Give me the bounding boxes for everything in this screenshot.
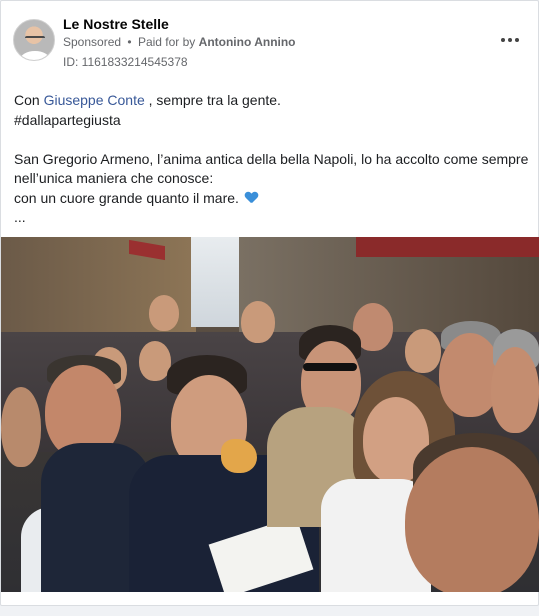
message-line-1: Con Giuseppe Conte , sempre tra la gente… bbox=[14, 91, 526, 111]
photo-street-sky bbox=[191, 237, 239, 327]
more-horizontal-icon bbox=[508, 38, 512, 42]
mention-link[interactable]: Giuseppe Conte bbox=[44, 92, 145, 108]
post-header: Le Nostre Stelle Sponsored • Paid for by… bbox=[13, 13, 526, 69]
ad-id: ID: 1161833214545378 bbox=[63, 55, 188, 69]
avatar-glasses bbox=[25, 36, 45, 40]
more-horizontal-icon bbox=[515, 38, 519, 42]
separator-dot: • bbox=[127, 35, 132, 49]
page-name-link[interactable]: Le Nostre Stelle bbox=[63, 16, 169, 32]
photo-person bbox=[1, 387, 41, 467]
more-options-button[interactable] bbox=[496, 29, 524, 51]
message-line-4: nell’unica maniera che conosce: bbox=[14, 170, 214, 186]
photo-person bbox=[405, 329, 441, 373]
photo-person bbox=[405, 447, 539, 592]
message-text: con un cuore grande quanto il mare. bbox=[14, 189, 239, 206]
avatar-shirt bbox=[20, 51, 50, 60]
message-text: Con bbox=[14, 92, 40, 108]
message-line-3: San Gregorio Armeno, l’anima antica dell… bbox=[14, 150, 529, 167]
blue-heart-icon bbox=[245, 192, 258, 204]
see-more-ellipsis[interactable]: ... bbox=[14, 208, 526, 228]
advertiser-name: Antonino Annino bbox=[198, 35, 296, 49]
hashtag: #dallapartegiusta bbox=[14, 111, 121, 128]
post-photo[interactable] bbox=[1, 237, 539, 592]
photo-awning bbox=[356, 237, 539, 257]
ad-post-card: Le Nostre Stelle Sponsored • Paid for by… bbox=[0, 0, 539, 606]
photo-person bbox=[491, 347, 539, 433]
more-horizontal-icon bbox=[501, 38, 505, 42]
post-message: Con Giuseppe Conte , sempre tra la gente… bbox=[14, 91, 529, 228]
paid-for-prefix: Paid for by bbox=[137, 35, 196, 49]
photo-person bbox=[241, 301, 275, 343]
photo-pastry bbox=[221, 439, 257, 473]
page-avatar[interactable] bbox=[13, 19, 55, 61]
sponsored-line: Sponsored • Paid for by Antonino Annino bbox=[63, 35, 296, 49]
photo-sunglasses bbox=[303, 363, 357, 371]
photo-person bbox=[149, 295, 179, 331]
sponsored-label: Sponsored bbox=[63, 35, 122, 49]
message-line-5: con un cuore grande quanto il mare. bbox=[14, 189, 526, 209]
message-text: , sempre tra la gente. bbox=[148, 92, 281, 108]
